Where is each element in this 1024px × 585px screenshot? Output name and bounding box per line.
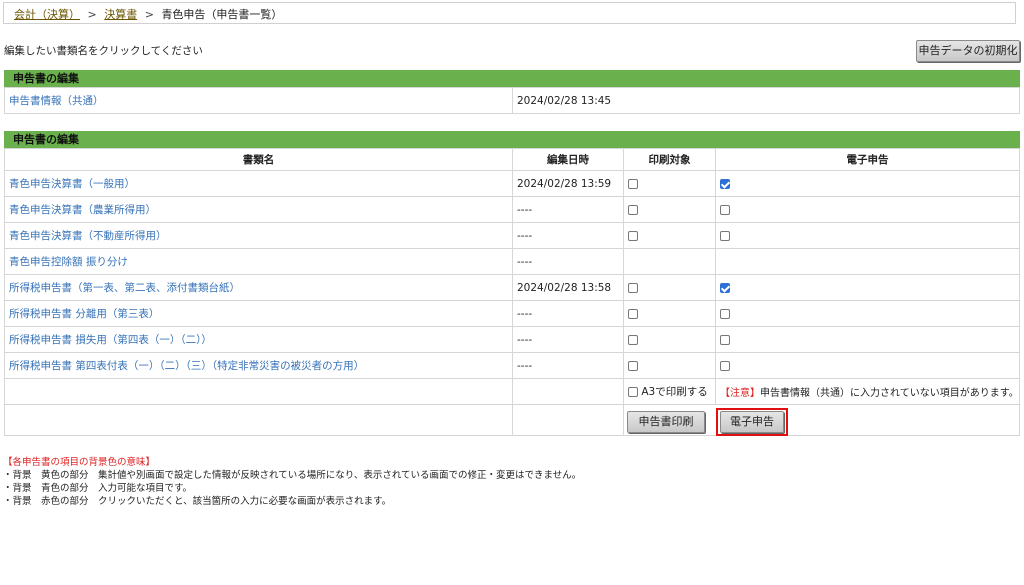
edit-date: ---- [512, 300, 624, 327]
table-row: 申告書情報（共通） 2024/02/28 13:45 [4, 87, 1020, 114]
a3-print-checkbox[interactable] [628, 387, 638, 397]
legend-line-yellow: ・背景 黄色の部分 集計値や別画面で設定した情報が反映されている場所になり、表示… [3, 470, 582, 481]
a3-print-option[interactable]: A3で印刷する [623, 378, 716, 405]
breadcrumb-separator: > [87, 8, 97, 21]
table-row: A3で印刷する 【注意】申告書情報（共通）に入力されていない項目があります。 [4, 378, 1020, 405]
warning-text: 申告書情報（共通）に入力されていない項目があります。 [760, 388, 1019, 399]
print-button[interactable]: 申告書印刷 [627, 411, 705, 433]
legend-title: 【各申告書の項目の背景色の意味】 [3, 457, 156, 468]
legend-line-blue: ・背景 青色の部分 入力可能な項目です。 [3, 483, 193, 494]
table-row: 青色申告控除額 振り分け ---- [4, 248, 1020, 275]
table-row: 青色申告決算書（不動産所得用） ---- [4, 222, 1020, 249]
table-header-row: 書類名 編集日時 印刷対象 電子申告 [4, 148, 1020, 171]
document-link[interactable]: 青色申告決算書（一般用） [4, 170, 513, 197]
section-header-documents: 申告書の編集 [4, 131, 1020, 148]
breadcrumb: 会計（決算） > 決算書 > 青色申告（申告書一覧） [3, 2, 1016, 24]
edit-date: ---- [512, 222, 624, 249]
print-target-checkbox[interactable] [628, 178, 638, 189]
e-filing-checkbox[interactable] [720, 308, 730, 319]
document-link[interactable]: 青色申告控除額 振り分け [4, 248, 513, 275]
edit-date: ---- [512, 352, 624, 379]
breadcrumb-link-accounting[interactable]: 会計（決算） [14, 8, 80, 21]
document-link[interactable]: 所得税申告書（第一表、第二表、添付書類台紙） [4, 274, 513, 301]
document-link[interactable]: 青色申告決算書（農業所得用） [4, 196, 513, 223]
edit-date: 2024/02/28 13:45 [512, 87, 1020, 114]
column-header-print-target: 印刷対象 [623, 148, 716, 171]
e-filing-checkbox[interactable] [720, 178, 730, 189]
table-row: 所得税申告書 分離用（第三表） ---- [4, 300, 1020, 327]
e-filing-checkbox[interactable] [720, 230, 730, 241]
breadcrumb-separator: > [144, 8, 154, 21]
print-target-checkbox[interactable] [628, 230, 638, 241]
print-target-checkbox[interactable] [628, 282, 638, 293]
edit-date: ---- [512, 248, 624, 275]
edit-date: ---- [512, 196, 624, 223]
warning-message: 【注意】申告書情報（共通）に入力されていない項目があります。 [715, 378, 1020, 405]
table-row: 所得税申告書（第一表、第二表、添付書類台紙） 2024/02/28 13:58 [4, 274, 1020, 301]
document-link[interactable]: 青色申告決算書（不動産所得用） [4, 222, 513, 249]
e-filing-checkbox[interactable] [720, 204, 730, 215]
column-header-document-name: 書類名 [4, 148, 513, 171]
reset-data-button[interactable]: 申告データの初期化 [916, 40, 1020, 62]
document-link[interactable]: 所得税申告書 損失用（第四表（一）（二）） [4, 326, 513, 353]
documents-table: 書類名 編集日時 印刷対象 電子申告 青色申告決算書（一般用） 2024/02/2… [4, 148, 1020, 436]
table-row: 青色申告決算書（農業所得用） ---- [4, 196, 1020, 223]
edit-date: ---- [512, 326, 624, 353]
warning-tag: 【注意】 [720, 388, 760, 399]
column-header-edit-date: 編集日時 [512, 148, 624, 171]
table-row: 所得税申告書 損失用（第四表（一）（二）） ---- [4, 326, 1020, 353]
breadcrumb-link-financial-statements[interactable]: 決算書 [104, 8, 137, 21]
breadcrumb-current: 青色申告（申告書一覧） [161, 8, 283, 21]
e-filing-checkbox[interactable] [720, 282, 730, 293]
a3-print-label: A3で印刷する [641, 386, 708, 398]
e-filing-checkbox[interactable] [720, 360, 730, 371]
instruction-text: 編集したい書類名をクリックしてください [4, 45, 203, 57]
column-header-e-filing: 電子申告 [715, 148, 1020, 171]
e-filing-button[interactable]: 電子申告 [720, 411, 784, 433]
print-target-checkbox[interactable] [628, 360, 638, 371]
table-row [4, 404, 1020, 436]
e-filing-checkbox[interactable] [720, 334, 730, 345]
print-target-checkbox[interactable] [628, 204, 638, 215]
document-link[interactable]: 所得税申告書 第四表付表（一）（二）（三）（特定非常災害の被災者の方用） [4, 352, 513, 379]
common-info-link[interactable]: 申告書情報（共通） [4, 87, 513, 114]
print-target-checkbox[interactable] [628, 334, 638, 345]
section-header-common: 申告書の編集 [4, 70, 1020, 87]
table-row: 青色申告決算書（一般用） 2024/02/28 13:59 [4, 170, 1020, 197]
document-link[interactable]: 所得税申告書 分離用（第三表） [4, 300, 513, 327]
common-info-table: 申告書情報（共通） 2024/02/28 13:45 [4, 87, 1020, 114]
table-row: 所得税申告書 第四表付表（一）（二）（三）（特定非常災害の被災者の方用） ---- [4, 352, 1020, 379]
legend-line-red: ・背景 赤色の部分 クリックいただくと、該当箇所の入力に必要な画面が表示されます… [3, 496, 392, 507]
edit-date: 2024/02/28 13:58 [512, 274, 624, 301]
print-target-checkbox[interactable] [628, 308, 638, 319]
legend: 【各申告書の項目の背景色の意味】 ・背景 黄色の部分 集計値や別画面で設定した情… [3, 456, 581, 508]
edit-date: 2024/02/28 13:59 [512, 170, 624, 197]
